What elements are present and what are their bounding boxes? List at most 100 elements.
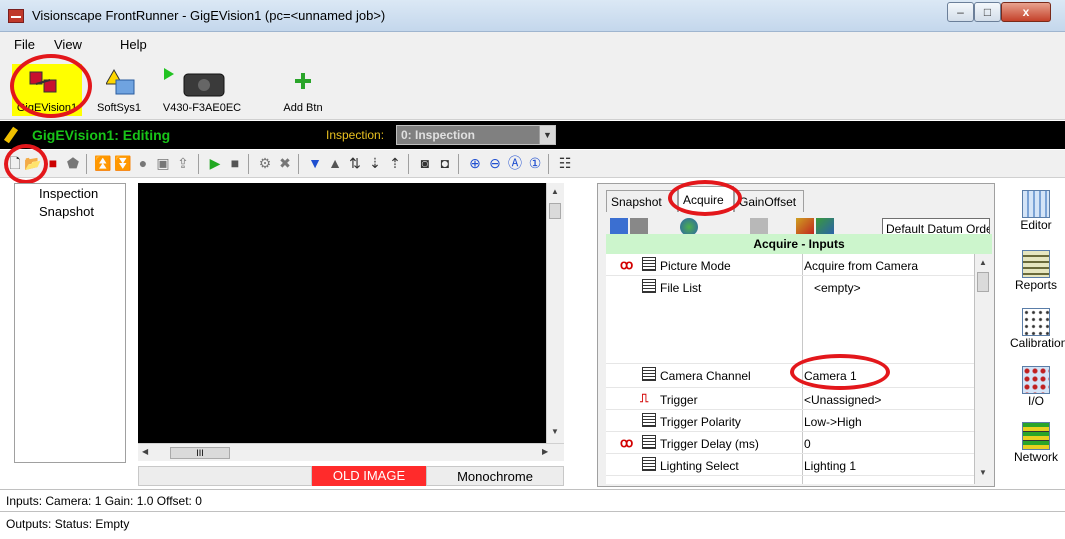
- property-icon: [642, 367, 656, 381]
- image-icon[interactable]: ▣: [154, 154, 172, 172]
- property-row[interactable]: ꝏ Picture Mode Acquire from Camera: [606, 254, 974, 276]
- property-value[interactable]: Lighting 1: [804, 459, 856, 473]
- launcher-editor[interactable]: Editor: [1010, 190, 1062, 232]
- scroll-down-icon[interactable]: ▼: [551, 427, 559, 436]
- property-value[interactable]: <empty>: [814, 281, 861, 295]
- highlight-circle: [10, 54, 92, 118]
- scroll-thumb[interactable]: [977, 272, 989, 292]
- launcher-label: Reports: [1014, 278, 1058, 292]
- property-icon: [642, 457, 656, 471]
- scroll-up-icon[interactable]: ▲: [551, 187, 559, 196]
- menu-help[interactable]: Help: [120, 37, 147, 52]
- edit-toolbar: 🗋 📂 ■ ⬟ ⏫ ⏬ ● ▣ ⇪ ▶ ■ ⚙ ✖ ▼ ▲ ⇅ ⇣ ⇡ ◙ ◘ …: [0, 144, 1065, 184]
- toolbar-separator: [548, 154, 549, 174]
- step-over-icon[interactable]: ⇣: [366, 154, 384, 172]
- step-up-icon[interactable]: ⏫: [94, 154, 112, 172]
- property-row[interactable]: File List <empty>: [606, 276, 974, 364]
- image-vertical-scrollbar[interactable]: ▲ ▼: [546, 183, 564, 443]
- step-into-icon[interactable]: ⇅: [346, 154, 364, 172]
- tab-gainoffset[interactable]: GainOffset: [734, 190, 804, 212]
- property-value[interactable]: Low->High: [804, 415, 862, 429]
- property-row[interactable]: Lighting Select Lighting 1: [606, 454, 974, 476]
- zoom-fit-icon[interactable]: Ⓐ: [506, 154, 524, 172]
- add-icon: [295, 73, 311, 89]
- property-icon: [642, 413, 656, 427]
- inspection-label: Inspection:: [326, 128, 385, 142]
- camera-icon[interactable]: ◙: [416, 154, 434, 172]
- window-title: Visionscape FrontRunner - GigEVision1 (p…: [32, 8, 386, 23]
- device-label: V430-F3AE0EC: [162, 102, 242, 114]
- live-camera-icon[interactable]: ◘: [436, 154, 454, 172]
- add-button[interactable]: Add Btn: [278, 64, 328, 116]
- run-icon[interactable]: ▶: [206, 154, 224, 172]
- device-softsys1[interactable]: SoftSys1: [84, 64, 154, 116]
- maximize-button[interactable]: □: [974, 2, 1001, 22]
- link-icon: ꝏ: [620, 435, 634, 450]
- move-down-icon[interactable]: ▼: [306, 154, 324, 172]
- toolbar-separator: [298, 154, 299, 174]
- toolbar-separator: [198, 154, 199, 174]
- step-down-icon[interactable]: ⏬: [114, 154, 132, 172]
- inputs-header: Acquire - Inputs: [606, 234, 992, 254]
- move-up-icon[interactable]: ▲: [326, 154, 344, 172]
- scroll-left-icon[interactable]: ◀: [142, 447, 148, 456]
- device-v430[interactable]: V430-F3AE0EC: [154, 64, 250, 116]
- property-value[interactable]: <Unassigned>: [804, 393, 881, 407]
- properties-icon[interactable]: ☷: [556, 154, 574, 172]
- property-name: Lighting Select: [660, 459, 739, 473]
- image-status-blank: [138, 466, 312, 486]
- chevron-down-icon[interactable]: ▼: [539, 126, 555, 144]
- launcher-label: Network: [1013, 450, 1058, 464]
- property-panel: Snapshot GainOffset Acquire Default Datu…: [597, 180, 995, 487]
- property-row[interactable]: ꝏ Trigger Delay (ms) 0: [606, 432, 974, 454]
- inspection-select[interactable]: 0: Inspection ▼: [396, 125, 556, 145]
- tree-item-inspection[interactable]: Inspection: [39, 186, 98, 201]
- scroll-thumb[interactable]: III: [170, 447, 230, 459]
- zoom-out-icon[interactable]: ⊖: [486, 154, 504, 172]
- delete-tool-icon[interactable]: ✖: [276, 154, 294, 172]
- property-icon: [642, 257, 656, 271]
- highlight-circle: [668, 180, 742, 216]
- property-icon: [642, 279, 656, 293]
- job-tree: Inspection Snapshot: [14, 183, 126, 463]
- property-grid-scrollbar[interactable]: ▲ ▼: [974, 254, 992, 484]
- zoom-in-icon[interactable]: ⊕: [466, 154, 484, 172]
- app-logo-icon: [8, 9, 24, 23]
- scroll-up-icon[interactable]: ▲: [979, 258, 987, 267]
- scroll-right-icon[interactable]: ▶: [542, 447, 548, 456]
- property-name: Trigger Delay (ms): [660, 437, 759, 451]
- launcher-io[interactable]: I/O: [1010, 366, 1062, 408]
- property-name: Picture Mode: [660, 259, 731, 273]
- image-display[interactable]: [138, 183, 564, 443]
- property-row[interactable]: Trigger Polarity Low->High: [606, 410, 974, 432]
- close-button[interactable]: x: [1001, 2, 1051, 22]
- scroll-down-icon[interactable]: ▼: [979, 468, 987, 477]
- highlight-circle: [790, 354, 890, 390]
- editing-bar: GigEVision1: Editing Inspection: 0: Insp…: [0, 121, 1065, 149]
- launcher-reports[interactable]: Reports: [1010, 250, 1062, 292]
- outputs-status: Outputs: Status: Empty: [0, 511, 1065, 535]
- launcher-network[interactable]: Network: [1010, 422, 1062, 464]
- tool-icon[interactable]: ⚙: [256, 154, 274, 172]
- pencil-icon: [3, 126, 19, 144]
- toolbar-separator: [248, 154, 249, 174]
- tab-snapshot[interactable]: Snapshot: [606, 190, 678, 212]
- property-value[interactable]: Acquire from Camera: [804, 259, 918, 273]
- launcher-calibration[interactable]: Calibration: [1010, 308, 1065, 350]
- record-icon[interactable]: ●: [134, 154, 152, 172]
- old-image-badge: OLD IMAGE: [312, 466, 426, 486]
- menu-view[interactable]: View: [54, 37, 82, 52]
- property-value[interactable]: 0: [804, 437, 811, 451]
- step-out-icon[interactable]: ⇡: [386, 154, 404, 172]
- export-icon[interactable]: ⇪: [174, 154, 192, 172]
- stop-icon[interactable]: ■: [226, 154, 244, 172]
- property-row[interactable]: ⎍ Trigger <Unassigned>: [606, 388, 974, 410]
- load-icon[interactable]: ⬟: [64, 154, 82, 172]
- v430-camera-icon: [164, 68, 225, 97]
- minimize-button[interactable]: –: [947, 2, 974, 22]
- zoom-actual-icon[interactable]: ①: [526, 154, 544, 172]
- image-horizontal-scrollbar[interactable]: ◀ III ▶: [138, 443, 564, 461]
- tree-item-snapshot[interactable]: Snapshot: [39, 204, 94, 219]
- scroll-thumb[interactable]: [549, 203, 561, 219]
- menu-file[interactable]: File: [14, 37, 35, 52]
